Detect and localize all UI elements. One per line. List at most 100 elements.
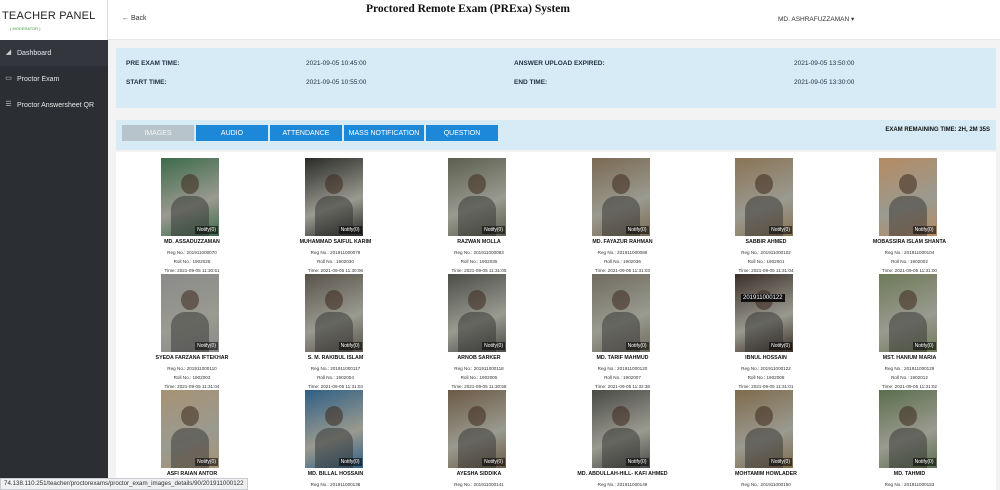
student-name: MOHTAMIM HOWLADER — [735, 471, 797, 477]
notify-button[interactable]: Notify(0) — [912, 458, 936, 466]
student-photo[interactable]: Notify(0) — [304, 390, 363, 468]
user-menu[interactable]: MD. ASHRAFUZZAMAN ▾ — [778, 15, 854, 23]
tabs-bar: IMAGES AUDIO ATTENDANCE MASS NOTIFICATIO… — [116, 120, 996, 150]
student-roll: Roll No.: 1902035 — [460, 259, 498, 264]
student-name: SABBIR AHMED — [745, 239, 787, 245]
person-silhouette — [324, 174, 343, 194]
person-silhouette — [898, 290, 917, 310]
back-label: Back — [130, 15, 147, 22]
brand: TEACHER PANEL ( MODERATOR ) — [0, 0, 108, 40]
student-name: RAZWAN MOLLA — [457, 239, 501, 245]
student-roll: Roll No.: 1902003 — [173, 375, 211, 380]
notify-button[interactable]: Notify(0) — [769, 458, 792, 466]
notify-button[interactable]: Notify(0) — [769, 226, 792, 234]
student-photo[interactable]: Notify(0) — [161, 158, 219, 236]
student-card: 201911000122 Notify(0) IBNUL HOSSAIN Reg No… — [696, 270, 836, 389]
notify-button[interactable]: Notify(0) — [625, 458, 649, 466]
student-card: Notify(0) MST. HANIUM MARIA Reg No.: 20191… — [840, 270, 980, 389]
notify-button[interactable]: Notify(0) — [912, 226, 936, 234]
end-value: 2021-09-05 13:30:00 — [794, 79, 855, 86]
student-reg: Reg No.: 201911000141 — [454, 482, 504, 487]
student-grid: Notify(0) MD. ASSADUZZAMAN Reg No.: 201911… — [116, 152, 996, 490]
student-photo[interactable]: Notify(0) — [878, 390, 937, 468]
notify-button[interactable]: Notify(0) — [195, 342, 218, 350]
student-name: MST. HANIUM MARIA — [882, 355, 937, 361]
panel-title: TEACHER PANEL — [2, 10, 96, 22]
student-name: MD. ASSADUZZAMAN — [164, 239, 220, 245]
student-card: Notify(0) SYEDA FARZANA IFTEKHAR Reg No.: … — [122, 270, 262, 389]
person-silhouette — [611, 174, 630, 194]
sidebar-item-label: Dashboard — [17, 49, 52, 57]
student-photo[interactable]: Notify(0) — [304, 274, 363, 352]
notify-button[interactable]: Notify(0) — [482, 458, 505, 466]
student-photo[interactable]: 201911000122 Notify(0) — [735, 274, 793, 352]
student-name: IBNUL HOSSAIN — [745, 355, 787, 361]
notify-button[interactable]: Notify(0) — [338, 458, 362, 466]
student-reg: Reg No.: 201911000129 — [884, 366, 935, 371]
app: { "sidebar": { "title": "TEACHER PANEL",… — [0, 0, 1000, 490]
student-photo[interactable]: Notify(0) — [161, 390, 219, 468]
role-label: ( MODERATOR ) — [10, 26, 41, 31]
sidebar-item-label: Proctor Exam — [17, 75, 60, 83]
exam-info-panel: PRE EXAM TIME: 2021-09-05 10:45:00 START… — [116, 48, 996, 108]
student-roll: Roll No.: 1902002 — [891, 259, 928, 264]
student-card: Notify(0) MD. ABDULLAH-HILL- KAFI AHMED Re… — [553, 386, 693, 490]
student-reg: Reg No.: 201911000078 — [310, 250, 361, 255]
student-photo[interactable]: Notify(0) — [448, 390, 506, 468]
student-card: Notify(0) S. M. RAKIBUL ISLAM Reg No.: 201… — [266, 270, 406, 389]
back-button[interactable]: ← Back — [122, 15, 147, 22]
tab-audio[interactable]: AUDIO — [196, 125, 268, 141]
student-card: Notify(0) MOHTAMIM HOWLADER Reg No.: 20191… — [696, 386, 836, 490]
tab-mass-notification[interactable]: MASS NOTIFICATION — [344, 125, 424, 141]
notify-button[interactable]: Notify(0) — [195, 226, 218, 234]
student-photo[interactable]: Notify(0) — [591, 158, 650, 236]
notify-button[interactable]: Notify(0) — [482, 342, 505, 350]
student-photo[interactable]: Notify(0) — [591, 390, 650, 468]
notify-button[interactable]: Notify(0) — [625, 342, 649, 350]
student-reg: Reg No.: 201911000086 — [597, 250, 648, 255]
notify-button[interactable]: Notify(0) — [338, 342, 362, 350]
student-photo[interactable]: Notify(0) — [591, 274, 650, 352]
student-photo[interactable]: Notify(0) — [304, 158, 363, 236]
person-silhouette — [181, 406, 199, 426]
student-photo[interactable]: Notify(0) — [448, 274, 506, 352]
tab-attendance[interactable]: ATTENDANCE — [270, 125, 342, 141]
pre-exam-value: 2021-09-05 10:45:00 — [306, 60, 367, 67]
student-card: Notify(0) MD. TARIF MAHMUD Reg No.: 201911… — [553, 270, 693, 389]
photo-id-overlay: 201911000122 — [741, 294, 785, 302]
notify-button[interactable]: Notify(0) — [625, 226, 649, 234]
notify-button[interactable]: Notify(0) — [338, 226, 362, 234]
student-card: Notify(0) MD. TAHMID Reg No.: 201911000153… — [840, 386, 980, 490]
person-silhouette — [181, 174, 199, 194]
sidebar-item-proctor-exam[interactable]: ▭ Proctor Exam — [0, 66, 108, 92]
student-photo[interactable]: Notify(0) — [878, 274, 937, 352]
student-photo[interactable]: Notify(0) — [735, 158, 793, 236]
student-photo[interactable]: Notify(0) — [878, 158, 937, 236]
student-card: Notify(0) MUHAMMAD SAIFUL KARIM Reg No.: 2… — [266, 154, 406, 273]
student-roll: Roll No.: 1902036 — [604, 259, 641, 264]
notify-button[interactable]: Notify(0) — [912, 342, 936, 350]
notify-button[interactable]: Notify(0) — [769, 342, 792, 350]
sidebar-item-dashboard[interactable]: ◢ Dashboard — [0, 40, 108, 66]
person-silhouette — [611, 290, 630, 310]
sidebar-item-proctor-answersheet-qr[interactable]: ☰ Proctor Answersheet QR — [0, 92, 108, 118]
tab-images[interactable]: IMAGES — [122, 125, 194, 141]
student-photo[interactable]: Notify(0) — [161, 274, 219, 352]
student-card: Notify(0) ARNOB SARKER Reg No.: 2019110001… — [409, 270, 549, 389]
student-photo[interactable]: Notify(0) — [448, 158, 506, 236]
person-silhouette — [324, 406, 343, 426]
student-reg: Reg No.: 201911000122 — [741, 366, 791, 371]
sidebar-item-label: Proctor Answersheet QR — [17, 101, 95, 109]
status-bar-url: 74.138.110.251/teacher/proctorexams/proc… — [0, 478, 248, 490]
student-name: S. M. RAKIBUL ISLAM — [307, 355, 364, 361]
student-name: MD. ABDULLAH-HILL- KAFI AHMED — [577, 471, 668, 477]
student-card: Notify(0) MD. ASSADUZZAMAN Reg No.: 201911… — [122, 154, 262, 273]
tab-question[interactable]: QUESTION — [426, 125, 498, 141]
student-name: MD. FAYAZUR RAHMAN — [592, 239, 653, 245]
notify-button[interactable]: Notify(0) — [482, 226, 505, 234]
student-photo[interactable]: Notify(0) — [735, 390, 793, 468]
caret-down-icon: ▾ — [850, 16, 855, 23]
person-silhouette — [181, 290, 199, 310]
student-name: ASFI RAIAN ANTOR — [166, 471, 218, 477]
notify-button[interactable]: Notify(0) — [195, 458, 218, 466]
